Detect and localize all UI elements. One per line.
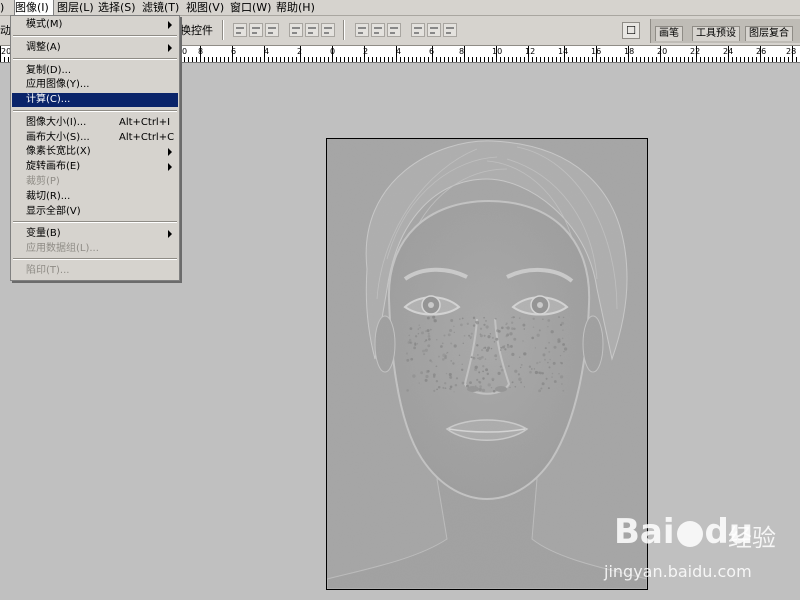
- toolbar-separator: [222, 20, 224, 40]
- ruler-label: 28: [786, 47, 797, 56]
- ruler-label: 14: [558, 47, 569, 56]
- submenu-arrow-icon: [168, 21, 172, 29]
- tab-brushes[interactable]: 画笔: [655, 26, 683, 41]
- ruler-label: 4: [264, 47, 270, 56]
- menu-option-trim[interactable]: 裁切(R)...: [12, 190, 178, 204]
- menu-item-image[interactable]: 图像(I): [14, 0, 54, 16]
- menu-item-layer[interactable]: 图层(L): [57, 0, 94, 15]
- align-hcenter-icon[interactable]: [305, 23, 319, 37]
- submenu-arrow-icon: [168, 44, 172, 52]
- distribute-bottom-icon[interactable]: [387, 23, 401, 37]
- ruler-label: 16: [591, 47, 602, 56]
- shortcut-label: Alt+Ctrl+C: [119, 132, 175, 143]
- align-left-icon[interactable]: [289, 23, 303, 37]
- ruler-label: 26: [756, 47, 767, 56]
- toolbar-separator: [343, 20, 345, 40]
- submenu-arrow-icon: [168, 148, 172, 156]
- ruler-label: 18: [624, 47, 635, 56]
- menu-option-mode[interactable]: 模式(M): [12, 18, 178, 32]
- menu-item-view[interactable]: 视图(V): [186, 0, 224, 15]
- menu-option-adjust[interactable]: 调整(A): [12, 41, 178, 55]
- menu-option-rotate-canvas[interactable]: 旋转画布(E): [12, 160, 178, 174]
- menu-item-help[interactable]: 帮助(H): [276, 0, 315, 15]
- ruler-label: 10: [492, 47, 503, 56]
- distribute-right-icon[interactable]: [443, 23, 457, 37]
- menu-option-pixel-aspect-ratio[interactable]: 像素长宽比(X): [12, 145, 178, 159]
- align-vcenter-icon[interactable]: [249, 23, 263, 37]
- align-right-icon[interactable]: [321, 23, 335, 37]
- distribute-hcenter-icon[interactable]: [427, 23, 441, 37]
- ruler-label: 0: [330, 47, 336, 56]
- ruler-label: 6: [429, 47, 435, 56]
- ruler-label: 2: [363, 47, 369, 56]
- ruler-label: 22: [690, 47, 701, 56]
- baidu-jingyan-watermark: Bai du 经验 jingyan.baidu.com: [604, 512, 794, 592]
- portrait-image: [327, 139, 647, 589]
- menu-option-trap: 陷印(T)...: [26, 265, 70, 276]
- menu-bar: ) 图像(I) 图层(L) 选择(S) 滤镜(T) 视图(V) 窗口(W) 帮助…: [0, 0, 800, 16]
- menu-separator: [13, 221, 177, 223]
- tab-layer-comps[interactable]: 图层复合: [745, 26, 793, 41]
- menu-separator: [13, 110, 177, 112]
- menu-option-canvas-size[interactable]: 画布大小(S)... Alt+Ctrl+C: [12, 131, 178, 145]
- menu-option-reveal-all[interactable]: 显示全部(V): [12, 205, 178, 219]
- document-canvas[interactable]: [326, 138, 648, 590]
- menu-separator: [13, 258, 177, 260]
- ruler-label: 24: [723, 47, 734, 56]
- menu-option-apply-data-set: 应用数据组(L)...: [26, 243, 99, 254]
- ruler-label: 0: [182, 47, 188, 56]
- menu-option-duplicate[interactable]: 复制(D)...: [12, 64, 178, 78]
- ruler-label: 8: [198, 47, 204, 56]
- show-transform-controls-label[interactable]: 换控件: [180, 22, 213, 38]
- watermark-url: jingyan.baidu.com: [604, 562, 752, 581]
- menu-option-crop: 裁剪(P): [26, 176, 60, 187]
- submenu-arrow-icon: [168, 163, 172, 171]
- palette-well: 画笔 工具预设 图层复合: [650, 19, 800, 43]
- ruler-label: 4: [396, 47, 402, 56]
- distribute-top-icon[interactable]: [355, 23, 369, 37]
- distribute-vcenter-icon[interactable]: [371, 23, 385, 37]
- align-bottom-icon[interactable]: [265, 23, 279, 37]
- menu-option-variables[interactable]: 变量(B): [12, 227, 178, 241]
- menu-item-filter[interactable]: 滤镜(T): [142, 0, 179, 15]
- menu-item-select[interactable]: 选择(S): [98, 0, 136, 15]
- ruler-label: 2: [297, 47, 303, 56]
- menu-item-prev[interactable]: ): [0, 0, 4, 15]
- tab-tool-presets[interactable]: 工具预设: [692, 26, 740, 41]
- menu-option-image-size[interactable]: 图像大小(I)... Alt+Ctrl+I: [12, 116, 178, 130]
- palette-toggle-icon[interactable]: ☐: [622, 22, 640, 39]
- paw-icon: [676, 520, 703, 547]
- ruler-label: 6: [231, 47, 237, 56]
- menu-option-calculations[interactable]: 计算(C)...: [12, 93, 178, 107]
- distribute-left-icon[interactable]: [411, 23, 425, 37]
- ruler-label: 8: [459, 47, 465, 56]
- menu-option-apply-image[interactable]: 应用图像(Y)...: [12, 78, 178, 92]
- ruler-label: 12: [525, 47, 536, 56]
- menu-separator: [13, 58, 177, 60]
- watermark-brand: 经验: [728, 524, 776, 552]
- align-top-icon[interactable]: [233, 23, 247, 37]
- shortcut-label: Alt+Ctrl+I: [119, 117, 171, 128]
- ruler-label: 20: [657, 47, 668, 56]
- menu-item-window[interactable]: 窗口(W): [230, 0, 271, 15]
- submenu-arrow-icon: [168, 230, 172, 238]
- menu-separator: [13, 35, 177, 37]
- image-menu-dropdown: 模式(M) 调整(A) 复制(D)... 应用图像(Y)... 计算(C)...…: [10, 15, 180, 281]
